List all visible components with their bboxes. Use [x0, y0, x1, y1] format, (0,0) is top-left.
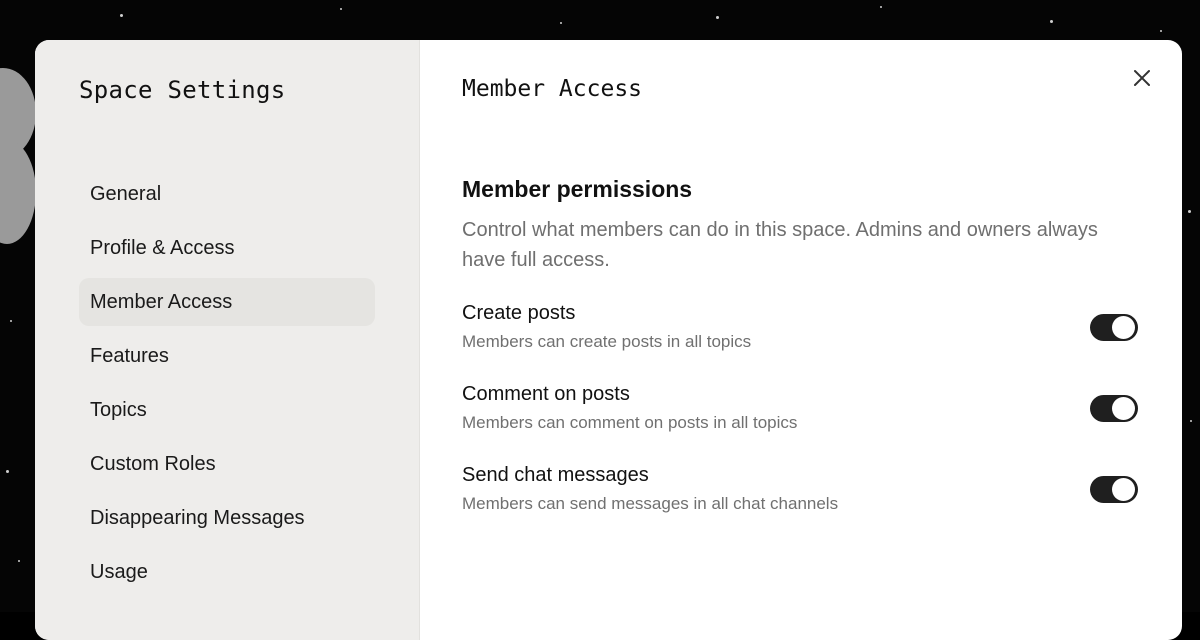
permission-description: Members can send messages in all chat ch… [462, 494, 839, 513]
sidebar-item-topics[interactable]: Topics [79, 386, 375, 434]
toggle-knob [1112, 478, 1135, 501]
sidebar-item-profile-access[interactable]: Profile & Access [79, 224, 375, 272]
toggle-knob [1112, 316, 1135, 339]
background-sticker-image [0, 140, 36, 244]
settings-nav: General Profile & Access Member Access F… [79, 170, 375, 602]
comment-on-posts-toggle[interactable] [1090, 395, 1138, 422]
permission-description: Members can create posts in all topics [462, 332, 752, 351]
permission-title: Create posts [462, 302, 576, 324]
permission-row-comment-on-posts: Comment on posts Members can comment on … [462, 379, 1142, 460]
settings-sidebar: Space Settings General Profile & Access … [35, 40, 420, 640]
sidebar-item-disappearing-messages[interactable]: Disappearing Messages [79, 494, 375, 542]
sidebar-item-general[interactable]: General [79, 170, 375, 218]
permission-row-send-chat-messages: Send chat messages Members can send mess… [462, 460, 1142, 541]
close-icon [1134, 70, 1150, 86]
toggle-knob [1112, 397, 1135, 420]
create-posts-toggle[interactable] [1090, 314, 1138, 341]
settings-content: Member Access Member permissions Control… [420, 40, 1182, 640]
sidebar-item-usage[interactable]: Usage [79, 548, 375, 596]
send-chat-messages-toggle[interactable] [1090, 476, 1138, 503]
permission-title: Send chat messages [462, 464, 649, 486]
sidebar-title: Space Settings [79, 76, 286, 104]
sidebar-item-custom-roles[interactable]: Custom Roles [79, 440, 375, 488]
section-heading: Member permissions [462, 176, 693, 202]
settings-dialog: Space Settings General Profile & Access … [35, 40, 1182, 640]
sidebar-item-member-access[interactable]: Member Access [79, 278, 375, 326]
close-button[interactable] [1130, 66, 1154, 90]
permission-title: Comment on posts [462, 383, 630, 405]
section-description: Control what members can do in this spac… [462, 219, 1098, 271]
sidebar-item-features[interactable]: Features [79, 332, 375, 380]
page-title: Member Access [462, 76, 643, 102]
permission-list: Create posts Members can create posts in… [462, 298, 1142, 541]
permission-row-create-posts: Create posts Members can create posts in… [462, 298, 1142, 379]
member-permissions-section: Member permissions Control what members … [462, 176, 1142, 275]
permission-description: Members can comment on posts in all topi… [462, 413, 798, 432]
